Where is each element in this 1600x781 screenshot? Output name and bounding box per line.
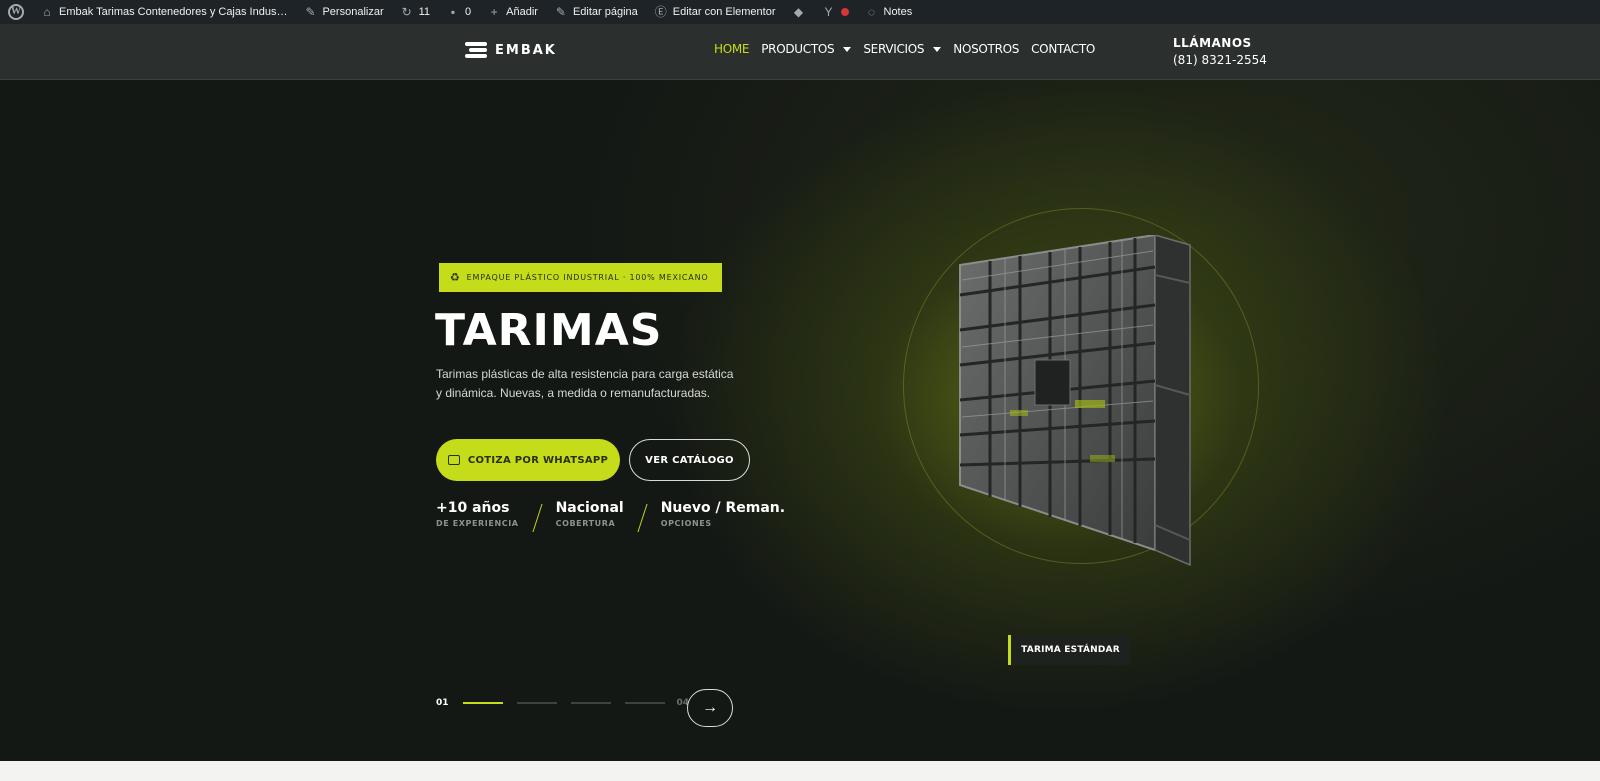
edit-page-menu[interactable]: ✎ Editar página (546, 0, 646, 24)
nav-label-home: HOME (714, 42, 750, 56)
recycle-icon: ♻ (450, 271, 461, 284)
stat-value: Nuevo / Reman. (660, 500, 786, 516)
customize-menu[interactable]: ✎ Personalizar (295, 0, 391, 24)
plugin-menu[interactable]: ◆ (784, 0, 814, 24)
stat-coverage: Nacional COBERTURA (556, 500, 624, 528)
seo-status-dot (840, 8, 849, 16)
catalog-button-label: VER CATÁLOGO (645, 454, 734, 466)
stat-experience: +10 años DE EXPERIENCIA (436, 500, 519, 528)
call-us: LLÁMANOS (81) 8321-2554 (1173, 36, 1267, 67)
stat-divider (637, 504, 648, 532)
nav-label-productos: PRODUCTOS (761, 42, 835, 56)
chevron-down-icon (843, 46, 852, 52)
edit-elementor-label: Editar con Elementor (672, 6, 776, 18)
stat-label: COBERTURA (555, 519, 616, 528)
stat-value: +10 años (436, 500, 510, 516)
embak-logo-icon (465, 40, 489, 60)
whatsapp-button-label: COTIZA POR WHATSAPP (467, 454, 609, 466)
stat-value: Nacional (555, 500, 624, 516)
nav-item-nosotros[interactable]: NOSOTROS (953, 42, 1019, 56)
site-name: Embak Tarimas Contenedores y Cajas Indus… (59, 6, 288, 18)
wordpress-logo-icon: W (8, 4, 24, 20)
diamond-icon: ◆ (793, 5, 804, 19)
nav-item-contacto[interactable]: CONTACTO (1031, 42, 1095, 56)
nav-item-home[interactable]: HOME (714, 42, 750, 56)
stat-label: OPCIONES (660, 519, 712, 528)
notes-label: Notes (883, 6, 913, 18)
notes-menu[interactable]: ◌ Notes (857, 0, 921, 24)
arrow-right-icon: → (702, 699, 718, 716)
nav-item-servicios[interactable]: SERVICIOS (863, 42, 942, 56)
stat-divider (532, 504, 543, 532)
call-label: LLÁMANOS (1173, 36, 1252, 50)
add-new-label: Añadir (506, 6, 538, 18)
slide-indicator: 01 04 (436, 698, 689, 708)
hero-badge-text: EMPAQUE PLÁSTICO INDUSTRIAL · 100% MEXIC… (466, 273, 709, 282)
brush-icon: ✎ (305, 5, 316, 19)
site-header: EMBAK HOME PRODUCTOS SERVICIOS NOSOTROS … (0, 24, 1600, 80)
stat-label: DE EXPERIENCIA (436, 519, 519, 528)
pallet-image (959, 235, 1191, 567)
plus-icon: + (490, 5, 498, 19)
yoast-icon: Y (824, 5, 833, 19)
edit-page-label: Editar página (572, 6, 638, 18)
next-slide-button[interactable]: → (687, 689, 733, 727)
chat-icon (447, 455, 460, 465)
updates-count: 11 (418, 6, 431, 18)
slide-current: 01 (436, 698, 449, 708)
chevron-down-icon (933, 46, 942, 52)
comments-menu[interactable]: ▪ 0 (438, 0, 479, 24)
slide-dot-4[interactable] (624, 702, 665, 704)
edit-elementor-menu[interactable]: Ⓔ Editar con Elementor (646, 0, 784, 24)
pencil-icon: ✎ (555, 5, 566, 19)
add-new-menu[interactable]: + Añadir (479, 0, 546, 24)
nav-label-servicios: SERVICIOS (863, 42, 925, 56)
hero-section: ♻ EMPAQUE PLÁSTICO INDUSTRIAL · 100% MEX… (0, 80, 1600, 761)
dashboard-icon: ⌂ (43, 5, 51, 19)
hero-stats: +10 años DE EXPERIENCIA Nacional COBERTU… (436, 500, 785, 532)
view-catalog-button[interactable]: VER CATÁLOGO (629, 439, 750, 481)
seo-menu[interactable]: Y (814, 0, 857, 24)
nav-item-productos[interactable]: PRODUCTOS (761, 42, 852, 56)
slide-dot-1[interactable] (462, 702, 503, 704)
elementor-icon: Ⓔ (654, 5, 667, 19)
product-tag-label: TARIMA ESTÁNDAR (1021, 645, 1120, 655)
admin-bar: W ⌂ Embak Tarimas Contenedores y Cajas I… (0, 0, 1600, 24)
hero-badge: ♻ EMPAQUE PLÁSTICO INDUSTRIAL · 100% MEX… (439, 263, 722, 292)
comments-count: 0 (465, 6, 472, 18)
main-nav: HOME PRODUCTOS SERVICIOS NOSOTROS CONTAC… (714, 42, 1095, 56)
updates-icon: ↻ (401, 5, 412, 19)
speech-bubble-icon: ◌ (867, 5, 876, 19)
nav-label-contacto: CONTACTO (1031, 42, 1096, 56)
site-name-menu[interactable]: ⌂ Embak Tarimas Contenedores y Cajas Ind… (32, 0, 295, 24)
updates-menu[interactable]: ↻ 11 (392, 0, 438, 24)
logo-text: EMBAK (495, 42, 557, 58)
slide-dot-3[interactable] (570, 702, 611, 704)
customize-label: Personalizar (322, 6, 384, 18)
comment-icon: ▪ (450, 5, 456, 19)
whatsapp-quote-button[interactable]: COTIZA POR WHATSAPP (436, 439, 620, 481)
next-section (0, 761, 1600, 781)
hero-title: TARIMAS (435, 305, 663, 356)
nav-label-nosotros: NOSOTROS (953, 42, 1020, 56)
slide-dot-2[interactable] (516, 702, 557, 704)
product-tag: TARIMA ESTÁNDAR (1008, 635, 1130, 665)
hero-description: Tarimas plásticas de alta resistencia pa… (436, 367, 734, 400)
stat-options: Nuevo / Reman. OPCIONES (661, 500, 785, 528)
phone-link[interactable]: (81) 8321-2554 (1173, 53, 1267, 67)
site-logo[interactable]: EMBAK (465, 40, 557, 60)
wordpress-menu[interactable]: W (0, 0, 32, 24)
